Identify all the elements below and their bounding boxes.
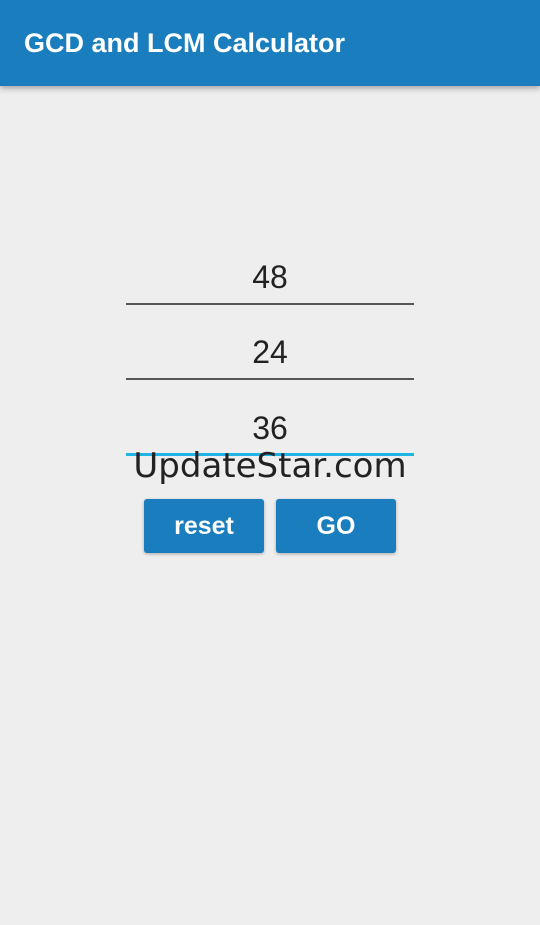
app-screen: GCD and LCM Calculator UpdateStar.com re… xyxy=(0,0,540,925)
number-input-3[interactable] xyxy=(126,404,414,452)
number-field-2[interactable] xyxy=(126,328,414,380)
number-input-1[interactable] xyxy=(126,253,414,301)
number-input-2[interactable] xyxy=(126,328,414,376)
reset-button[interactable]: reset xyxy=(144,499,264,553)
go-button[interactable]: GO xyxy=(276,499,396,553)
field-underline xyxy=(126,378,414,380)
app-title: GCD and LCM Calculator xyxy=(24,28,346,58)
app-bar: GCD and LCM Calculator xyxy=(0,0,540,86)
field-underline xyxy=(126,303,414,305)
watermark-text: UpdateStar.com xyxy=(133,446,407,486)
number-field-1[interactable] xyxy=(126,253,414,305)
